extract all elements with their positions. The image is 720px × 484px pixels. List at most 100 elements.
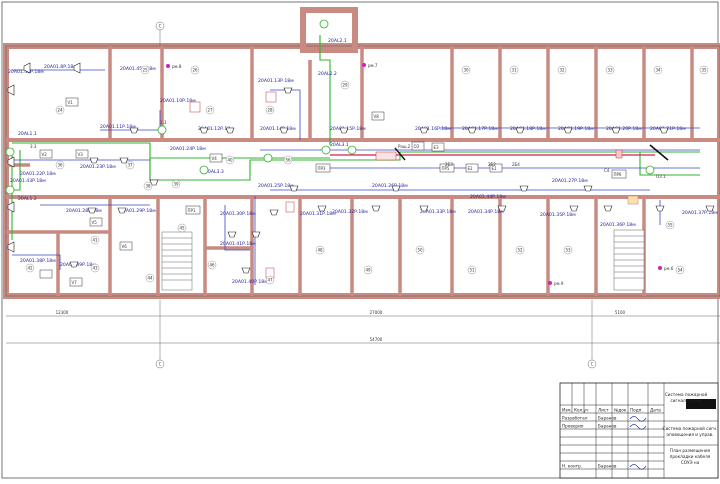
loudspeaker [655,205,665,212]
stamp-role: Проверил [562,424,584,429]
device-code: V5 [92,220,98,225]
dimension-right: 5100 [615,310,626,315]
cable-label: 20A01.13Р.18м [258,78,294,84]
room-number: 48 [317,248,323,253]
loudspeaker [569,205,579,212]
axis-label: С [159,362,162,367]
loudspeaker [515,127,525,134]
device-code: Е2 [468,166,474,171]
loudspeaker [371,205,381,212]
room-number: 25 [142,68,148,73]
axis-label: С [159,24,162,29]
cable-label: 20A01.19Р.18м [558,126,594,132]
panel-label: 20AL2.2 [318,71,337,77]
cable-label: 20A01.41Р.18м [220,241,256,247]
dimension-overall: 54700 [370,337,383,342]
cable-label: 20A01.32Р.18м [332,209,368,215]
dimension-middle: 27000 [370,310,383,315]
loudspeaker [241,267,251,274]
device-box [627,195,639,205]
loudspeaker [89,157,99,164]
room-number: 30 [463,68,469,73]
cable-label: 20A01.23Р.18м [80,164,116,170]
device-code: 3.3 [30,144,37,149]
panel-label: 20AL2.1 [328,38,347,44]
room-number: 36 [57,163,63,168]
stamp-desc-line: Система пожарной сигн. [663,426,718,431]
room-number: 43 [92,266,98,271]
device-box [375,151,397,161]
position-marker [548,281,552,285]
loudspeaker [199,127,209,134]
cable-label: 20A01.38Р.18м [20,258,56,264]
building-walls [3,7,720,299]
cable-label: 20A01.8Р.18м [44,64,77,70]
device-code: V4 [212,156,218,161]
loudspeaker [467,127,477,134]
cable-label: 20A01.14Р.18м [260,126,296,132]
loudspeaker [317,205,327,212]
loudspeaker [227,231,237,238]
stamp-header: Дата [650,408,661,413]
light-sign [199,165,209,175]
room-number: 50 [417,248,423,253]
device-box [39,269,53,279]
device-code: 2Б4 [512,162,520,167]
stamp-title-line: сигнализации [670,398,701,403]
stamp-header: Лист [598,408,609,413]
cable-label: 20A01.35Р.18м [540,212,576,218]
position-marker-label: рм.8 [172,64,182,69]
cable-label: 20A01.24Р.18м [170,146,206,152]
cable-label: 20A01.44Р.18м [470,194,506,200]
loudspeaker [419,127,429,134]
room-number: 53 [565,248,571,253]
cable-label: 20A01.20Р.18м [606,126,642,132]
device-code: ЕЗ [434,145,440,150]
room-number: 28 [267,108,273,113]
room-number: 27 [207,108,213,113]
light-sign [5,147,15,157]
loudspeaker [225,127,235,134]
position-marker [166,64,170,68]
room-number: 54 [677,268,683,273]
staircase-right [613,229,645,291]
position-marker [658,266,662,270]
cable-label: 20A01.31Р.18м [300,211,336,217]
device-code: С4 [604,168,610,173]
device-code: ПРЗ [318,166,326,171]
device-code: V7 [72,280,78,285]
panel-label: 20AL1.2 [18,196,37,202]
room-number: 41 [92,238,98,243]
stamp-plan-line: прокладки кабеля [670,454,711,459]
cable-label: 20A01.15Р.18м [330,126,366,132]
cable-label: 20A01.40Р.18м [232,279,268,285]
device-code: ОЗ.1 [656,174,666,179]
stamp-role: Н. контр. [562,464,582,469]
device-code: V8 [374,114,380,119]
drawing-sheet: С С С 12300 27000 5100 54700 20AL1.1 20A… [0,0,720,480]
loudspeaker [283,87,293,94]
stamp-header: Подп. [630,408,643,413]
light-sign [319,19,329,29]
room-number: 42 [27,266,33,271]
loudspeaker [269,209,279,216]
room-number: 26 [192,68,198,73]
cable-label: 20A01.30Р.18м [220,211,256,217]
cable-label: 20A01.36Р.18м [600,222,636,228]
room-number: 33 [607,68,613,73]
room-number: 55 [667,223,673,228]
room-number: 37 [127,163,133,168]
staircase-left [161,231,193,291]
loudspeaker [563,127,573,134]
stamp-plan-line: СОУЭ на [681,460,700,465]
stamp-name: Баранов [598,424,617,429]
loudspeaker [611,127,621,134]
room-number: 39 [173,182,179,187]
device-box [615,149,623,159]
room-number: 44 [147,276,153,281]
room-number: 31 [511,68,517,73]
device-code: V1 [68,100,74,105]
cable-label: 20A01.34Р.18м [468,209,504,215]
cable-label: 20A01.22Р.18м [20,171,56,177]
cable-label: 20A01.18Р.18м [510,126,546,132]
